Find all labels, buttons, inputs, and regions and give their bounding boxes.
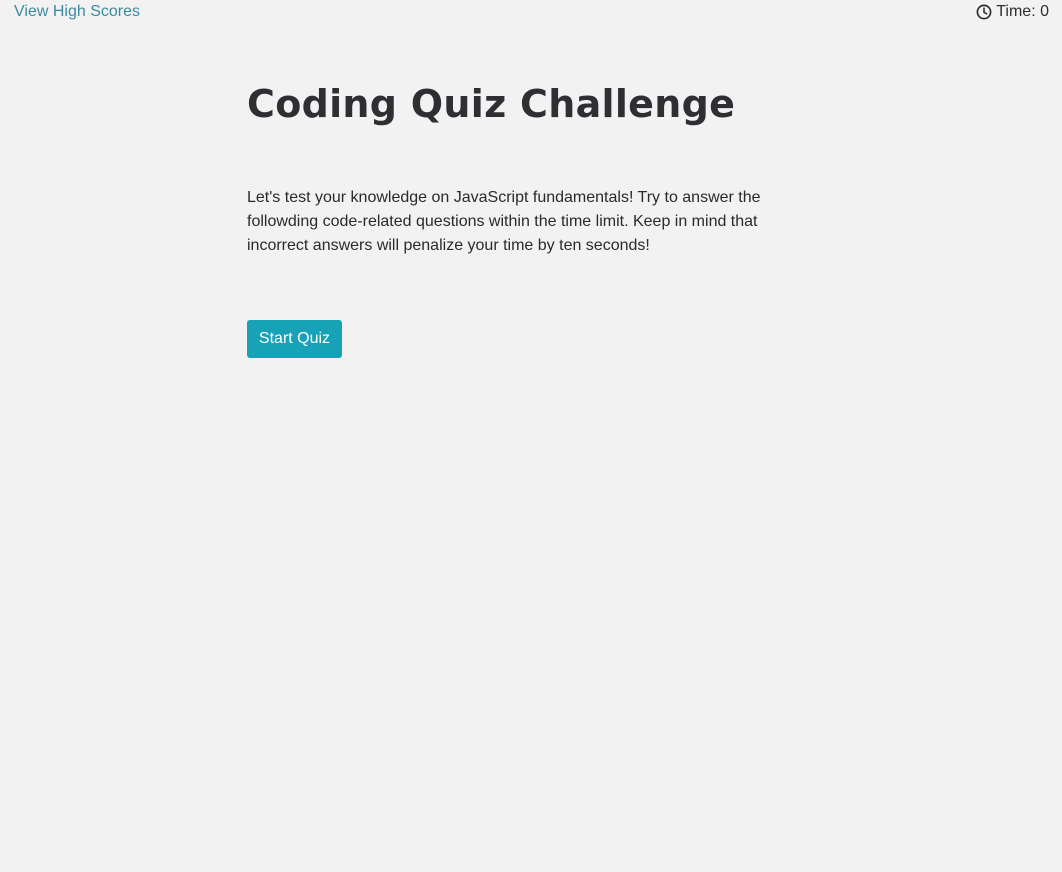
timer-label: Time: (996, 3, 1036, 20)
clock-icon (976, 4, 992, 20)
quiz-intro-section: Coding Quiz Challenge Let's test your kn… (247, 78, 787, 258)
timer-value: 0 (1040, 3, 1049, 20)
intro-text: Let's test your knowledge on JavaScript … (247, 189, 761, 254)
start-quiz-button[interactable]: Start Quiz (247, 320, 342, 358)
view-high-scores-link[interactable]: View High Scores (14, 2, 140, 22)
page-title: Coding Quiz Challenge (247, 82, 736, 126)
timer: Time: 0 (976, 2, 1049, 22)
top-bar: View High Scores Time: 0 (0, 0, 1062, 24)
